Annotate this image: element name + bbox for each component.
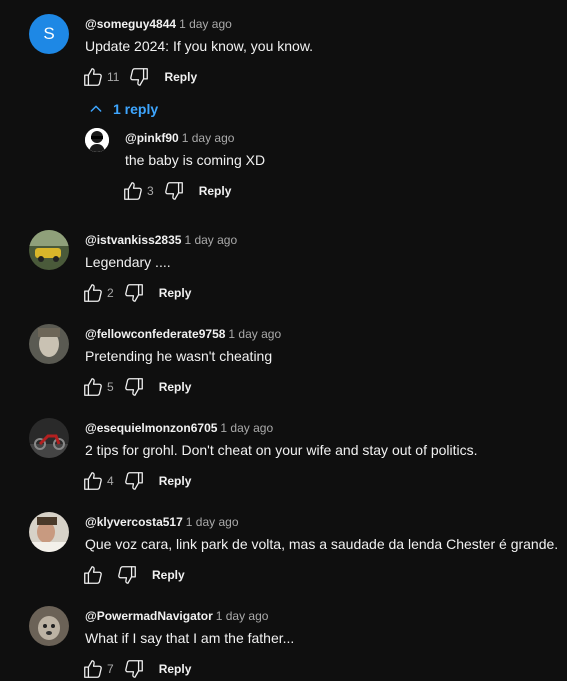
thumbs-up-icon xyxy=(84,566,102,584)
like-button[interactable] xyxy=(81,469,105,493)
comment-header: @PowermadNavigator 1 day ago xyxy=(85,608,268,624)
dislike-button[interactable] xyxy=(122,657,146,681)
comment-actions: 7 Reply xyxy=(81,657,191,681)
comment-time[interactable]: 1 day ago xyxy=(184,233,237,247)
like-button[interactable] xyxy=(81,657,105,681)
comment-actions: 4 Reply xyxy=(81,469,191,493)
comment-author[interactable]: @pinkf90 xyxy=(125,131,179,145)
comment-actions: 11 Reply xyxy=(81,65,197,89)
avatar[interactable] xyxy=(29,606,69,646)
comment-header: @klyvercosta517 1 day ago xyxy=(85,514,239,530)
like-count: 5 xyxy=(107,380,114,394)
comment-time[interactable]: 1 day ago xyxy=(186,515,239,529)
dislike-button[interactable] xyxy=(127,65,151,89)
comment-text: Update 2024: If you know, you know. xyxy=(85,38,314,54)
comment-author[interactable]: @esequielmonzon6705 xyxy=(85,421,217,435)
avatar-image xyxy=(29,230,69,270)
thumbs-down-icon xyxy=(124,472,143,490)
comment-text: What if I say that I am the father... xyxy=(85,630,295,646)
like-button[interactable] xyxy=(81,563,105,587)
thumbs-up-icon xyxy=(84,284,102,302)
like-button[interactable] xyxy=(81,375,105,399)
like-button[interactable] xyxy=(121,179,145,203)
comment-text: Que voz cara, link park de volta, mas a … xyxy=(85,536,559,552)
like-count: 11 xyxy=(107,70,120,84)
comment-time[interactable]: 1 day ago xyxy=(216,609,269,623)
like-button[interactable] xyxy=(81,281,105,305)
comment-actions: Reply xyxy=(81,563,185,587)
avatar-image xyxy=(85,128,109,152)
avatar-letter: S xyxy=(43,24,55,43)
dislike-button[interactable] xyxy=(122,281,146,305)
dislike-button[interactable] xyxy=(122,469,146,493)
comment-text: Legendary .... xyxy=(85,254,171,270)
comment-author[interactable]: @fellowconfederate9758 xyxy=(85,327,225,341)
comments-section: S @someguy4844 1 day ago Update 2024: If … xyxy=(0,0,567,681)
comment-text: Pretending he wasn't cheating xyxy=(85,348,273,364)
thumbs-up-icon xyxy=(124,182,142,200)
reply-button[interactable]: Reply xyxy=(159,380,192,394)
comment-header: @fellowconfederate9758 1 day ago xyxy=(85,326,281,342)
comment-header: @someguy4844 1 day ago xyxy=(85,16,232,32)
avatar[interactable] xyxy=(29,512,69,552)
avatar[interactable] xyxy=(29,418,69,458)
thumbs-up-icon xyxy=(84,378,102,396)
comment-text: the baby is coming XD xyxy=(125,152,266,168)
thumbs-down-icon xyxy=(164,182,183,200)
dislike-button[interactable] xyxy=(122,375,146,399)
comment-time[interactable]: 1 day ago xyxy=(228,327,281,341)
thumbs-down-icon xyxy=(124,660,143,678)
replies-count: 1 reply xyxy=(113,101,159,117)
reply-button[interactable]: Reply xyxy=(152,568,185,582)
like-count: 2 xyxy=(107,286,114,300)
reply-button[interactable]: Reply xyxy=(159,662,192,676)
avatar[interactable] xyxy=(29,230,69,270)
comment-actions: 3 Reply xyxy=(121,179,231,203)
comment-author[interactable]: @someguy4844 xyxy=(85,17,176,31)
comment-actions: 5 Reply xyxy=(81,375,191,399)
thumbs-down-icon xyxy=(124,378,143,396)
comment-header: @pinkf90 1 day ago xyxy=(125,130,234,146)
comment-actions: 2 Reply xyxy=(81,281,191,305)
like-count: 3 xyxy=(147,184,154,198)
comment-time[interactable]: 1 day ago xyxy=(179,17,232,31)
comment-header: @esequielmonzon6705 1 day ago xyxy=(85,420,273,436)
like-count: 7 xyxy=(107,662,114,676)
reply-button[interactable]: Reply xyxy=(159,286,192,300)
thumbs-up-icon xyxy=(84,68,102,86)
avatar[interactable] xyxy=(85,128,109,152)
thumbs-down-icon xyxy=(118,566,136,584)
thumbs-up-icon xyxy=(84,660,102,678)
dislike-button[interactable] xyxy=(115,563,139,587)
comment-time[interactable]: 1 day ago xyxy=(182,131,235,145)
reply-button[interactable]: Reply xyxy=(159,474,192,488)
like-count: 4 xyxy=(107,474,114,488)
comment-author[interactable]: @klyvercosta517 xyxy=(85,515,183,529)
comment-author[interactable]: @istvankiss2835 xyxy=(85,233,181,247)
avatar-image xyxy=(29,606,69,646)
thumbs-up-icon xyxy=(84,472,102,490)
thumbs-down-icon xyxy=(124,284,143,302)
chevron-up-icon xyxy=(90,105,102,112)
comment-text: 2 tips for grohl. Don't cheat on your wi… xyxy=(85,442,478,458)
comment-time[interactable]: 1 day ago xyxy=(220,421,273,435)
reply-button[interactable]: Reply xyxy=(199,184,232,198)
avatar-image xyxy=(29,418,69,458)
thumbs-down-icon xyxy=(130,68,149,86)
comment-header: @istvankiss2835 1 day ago xyxy=(85,232,237,248)
avatar-image xyxy=(29,512,69,552)
reply-button[interactable]: Reply xyxy=(164,70,197,84)
dislike-button[interactable] xyxy=(162,179,186,203)
replies-toggle[interactable]: 1 reply xyxy=(88,101,158,117)
avatar[interactable]: S xyxy=(29,14,69,54)
like-button[interactable] xyxy=(81,65,105,89)
avatar-image xyxy=(29,324,69,364)
avatar[interactable] xyxy=(29,324,69,364)
comment-author[interactable]: @PowermadNavigator xyxy=(85,609,213,623)
